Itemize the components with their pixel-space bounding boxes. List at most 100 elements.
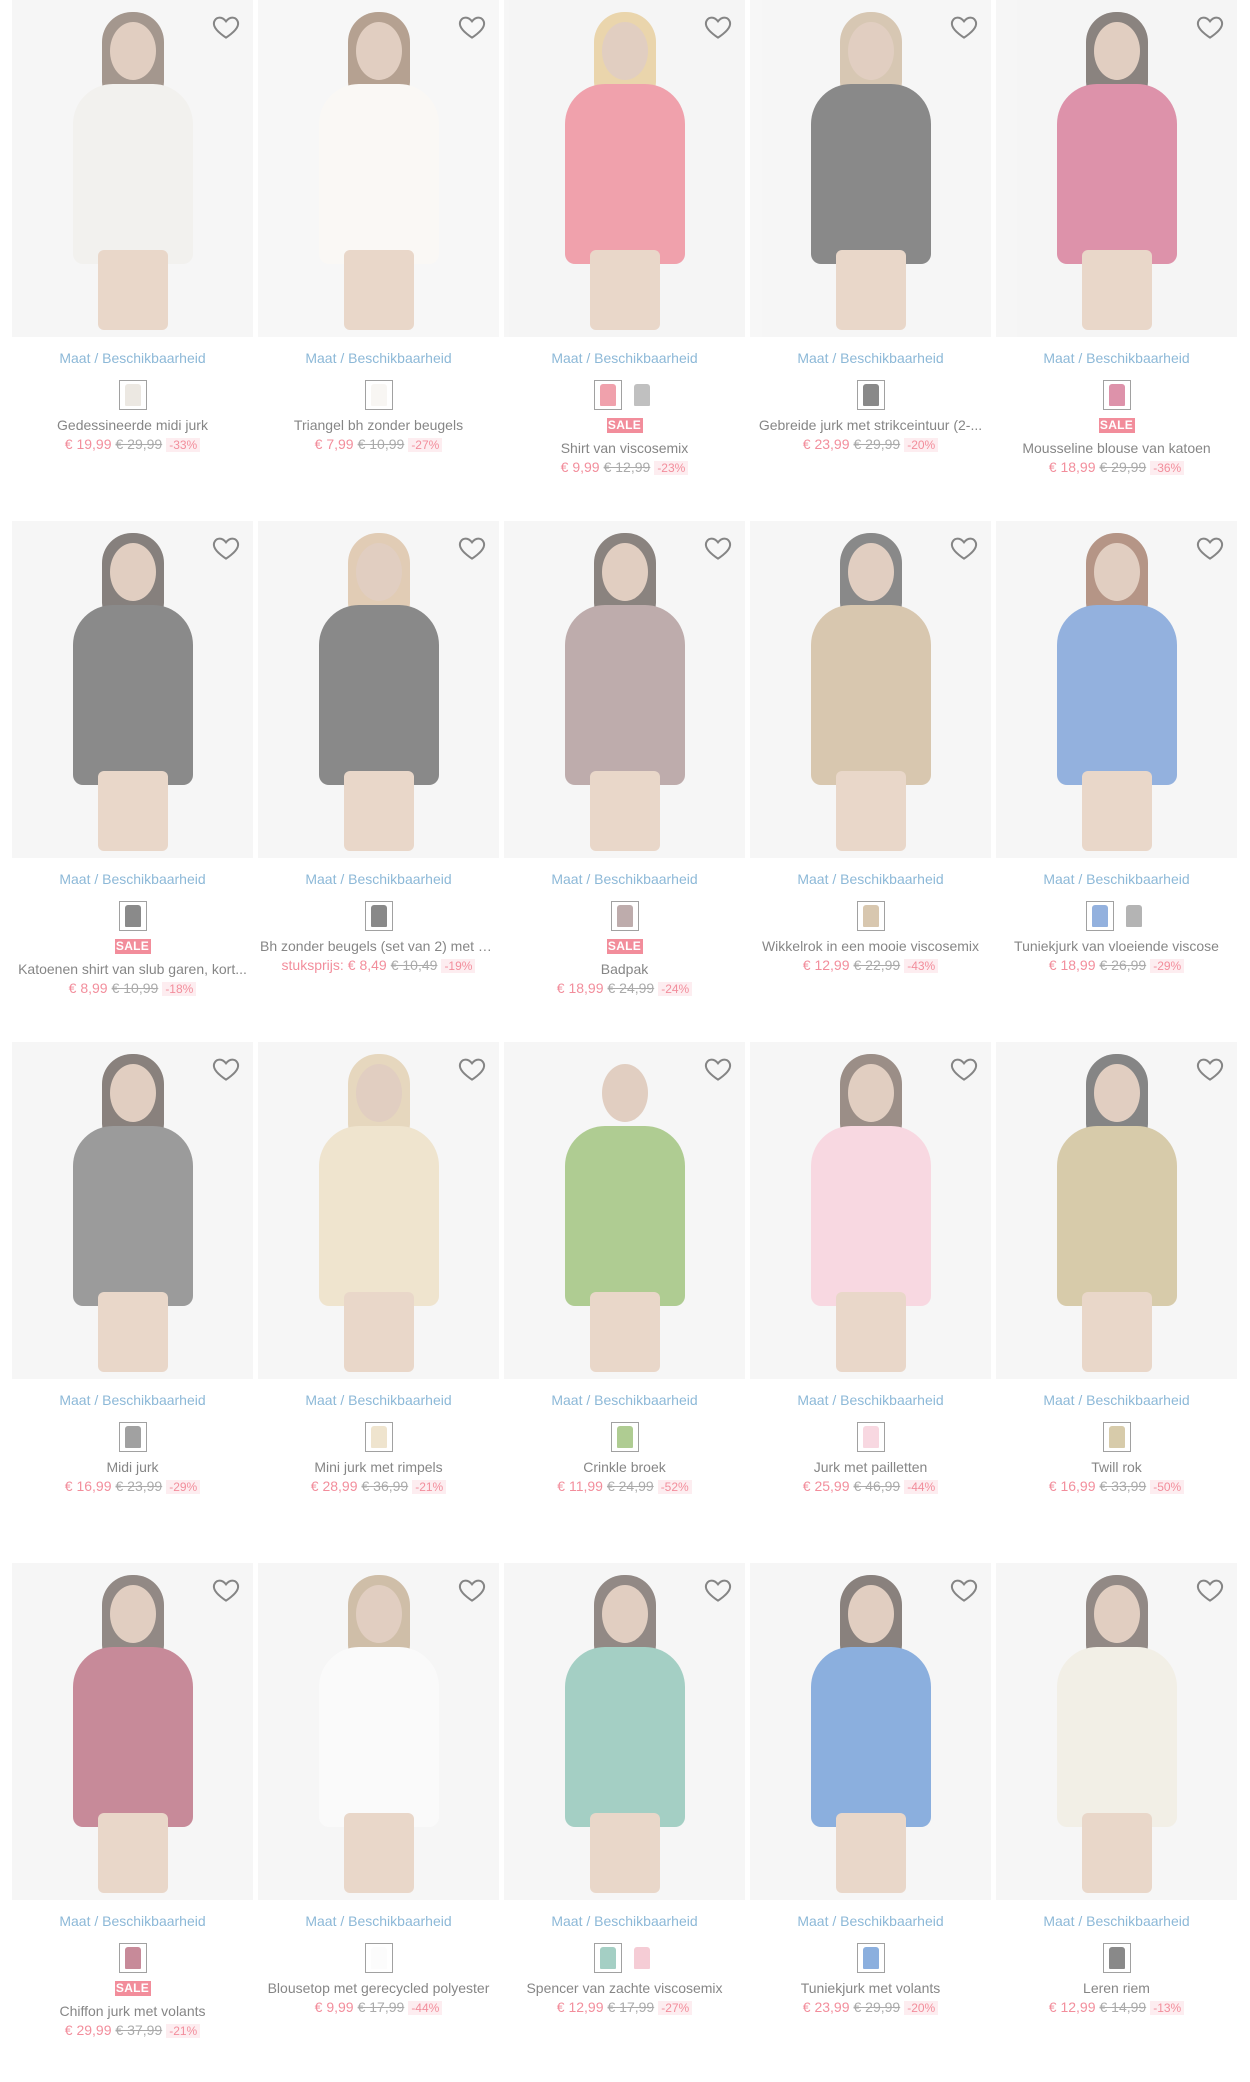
- size-availability-link[interactable]: Maat / Beschikbaarheid: [258, 350, 499, 366]
- color-swatch[interactable]: [1102, 1422, 1131, 1452]
- product-image[interactable]: [258, 1563, 499, 1900]
- wishlist-heart-icon[interactable]: [1193, 1573, 1227, 1607]
- size-availability-link[interactable]: Maat / Beschikbaarheid: [504, 1392, 745, 1408]
- product-image[interactable]: [996, 0, 1237, 337]
- wishlist-heart-icon[interactable]: [455, 10, 489, 44]
- product-image[interactable]: [258, 521, 499, 858]
- wishlist-heart-icon[interactable]: [701, 10, 735, 44]
- color-swatch[interactable]: [593, 1943, 622, 1973]
- size-availability-link[interactable]: Maat / Beschikbaarheid: [996, 350, 1237, 366]
- product-card[interactable]: Maat / Beschikbaarheid Spencer van zacht…: [504, 1563, 745, 2082]
- size-availability-link[interactable]: Maat / Beschikbaarheid: [258, 871, 499, 887]
- product-name[interactable]: Chiffon jurk met volants: [12, 2003, 253, 2019]
- size-availability-link[interactable]: Maat / Beschikbaarheid: [750, 1392, 991, 1408]
- size-availability-link[interactable]: Maat / Beschikbaarheid: [12, 1392, 253, 1408]
- product-image[interactable]: [996, 1042, 1237, 1379]
- product-card[interactable]: Maat / Beschikbaarheid Tuniekjurk van vl…: [996, 521, 1237, 1042]
- product-card[interactable]: Maat / Beschikbaarheid Twill rok € 16,99…: [996, 1042, 1237, 1563]
- product-card[interactable]: Maat / Beschikbaarheid Gedessineerde mid…: [12, 0, 253, 521]
- product-card[interactable]: Maat / Beschikbaarheid SALE Mousseline b…: [996, 0, 1237, 521]
- wishlist-heart-icon[interactable]: [209, 10, 243, 44]
- color-swatch[interactable]: [627, 380, 656, 410]
- product-name[interactable]: Mousseline blouse van katoen: [996, 440, 1237, 456]
- size-availability-link[interactable]: Maat / Beschikbaarheid: [258, 1913, 499, 1929]
- product-name[interactable]: Bh zonder beugels (set van 2) met b...: [258, 938, 499, 954]
- product-card[interactable]: Maat / Beschikbaarheid Triangel bh zonde…: [258, 0, 499, 521]
- wishlist-heart-icon[interactable]: [455, 1573, 489, 1607]
- product-name[interactable]: Spencer van zachte viscosemix: [504, 1980, 745, 1996]
- color-swatch[interactable]: [856, 380, 885, 410]
- product-image[interactable]: [750, 521, 991, 858]
- color-swatch[interactable]: [364, 1422, 393, 1452]
- product-name[interactable]: Twill rok: [996, 1459, 1237, 1475]
- product-name[interactable]: Gebreide jurk met strikceintuur (2-...: [750, 417, 991, 433]
- product-card[interactable]: Maat / Beschikbaarheid Tuniekjurk met vo…: [750, 1563, 991, 2082]
- product-name[interactable]: Tuniekjurk van vloeiende viscose: [996, 938, 1237, 954]
- color-swatch[interactable]: [856, 1943, 885, 1973]
- product-name[interactable]: Wikkelrok in een mooie viscosemix: [750, 938, 991, 954]
- size-availability-link[interactable]: Maat / Beschikbaarheid: [750, 1913, 991, 1929]
- size-availability-link[interactable]: Maat / Beschikbaarheid: [12, 1913, 253, 1929]
- product-image[interactable]: [258, 0, 499, 337]
- product-image[interactable]: [12, 1042, 253, 1379]
- product-name[interactable]: Badpak: [504, 961, 745, 977]
- product-card[interactable]: Maat / Beschikbaarheid SALE Shirt van vi…: [504, 0, 745, 521]
- color-swatch[interactable]: [610, 1422, 639, 1452]
- product-name[interactable]: Jurk met pailletten: [750, 1459, 991, 1475]
- product-image[interactable]: [504, 0, 745, 337]
- product-card[interactable]: Maat / Beschikbaarheid Crinkle broek € 1…: [504, 1042, 745, 1563]
- wishlist-heart-icon[interactable]: [947, 1052, 981, 1086]
- color-swatch[interactable]: [364, 1943, 393, 1973]
- color-swatch[interactable]: [1085, 901, 1114, 931]
- color-swatch[interactable]: [610, 901, 639, 931]
- color-swatch[interactable]: [118, 380, 147, 410]
- color-swatch[interactable]: [856, 1422, 885, 1452]
- wishlist-heart-icon[interactable]: [455, 1052, 489, 1086]
- wishlist-heart-icon[interactable]: [947, 10, 981, 44]
- product-image[interactable]: [12, 1563, 253, 1900]
- product-card[interactable]: Maat / Beschikbaarheid Gebreide jurk met…: [750, 0, 991, 521]
- size-availability-link[interactable]: Maat / Beschikbaarheid: [750, 871, 991, 887]
- product-name[interactable]: Blousetop met gerecycled polyester: [258, 1980, 499, 1996]
- product-name[interactable]: Tuniekjurk met volants: [750, 1980, 991, 1996]
- product-image[interactable]: [996, 1563, 1237, 1900]
- color-swatch[interactable]: [118, 901, 147, 931]
- product-card[interactable]: Maat / Beschikbaarheid Blousetop met ger…: [258, 1563, 499, 2082]
- color-swatch[interactable]: [856, 901, 885, 931]
- product-image[interactable]: [750, 1042, 991, 1379]
- product-image[interactable]: [12, 0, 253, 337]
- product-name[interactable]: Triangel bh zonder beugels: [258, 417, 499, 433]
- color-swatch[interactable]: [364, 901, 393, 931]
- color-swatch[interactable]: [1102, 1943, 1131, 1973]
- color-swatch[interactable]: [118, 1422, 147, 1452]
- product-card[interactable]: Maat / Beschikbaarheid SALE Katoenen shi…: [12, 521, 253, 1042]
- product-image[interactable]: [750, 1563, 991, 1900]
- wishlist-heart-icon[interactable]: [701, 531, 735, 565]
- wishlist-heart-icon[interactable]: [1193, 10, 1227, 44]
- size-availability-link[interactable]: Maat / Beschikbaarheid: [504, 350, 745, 366]
- product-card[interactable]: Maat / Beschikbaarheid Mini jurk met rim…: [258, 1042, 499, 1563]
- color-swatch[interactable]: [364, 380, 393, 410]
- product-image[interactable]: [258, 1042, 499, 1379]
- size-availability-link[interactable]: Maat / Beschikbaarheid: [750, 350, 991, 366]
- size-availability-link[interactable]: Maat / Beschikbaarheid: [996, 1913, 1237, 1929]
- size-availability-link[interactable]: Maat / Beschikbaarheid: [12, 871, 253, 887]
- wishlist-heart-icon[interactable]: [947, 1573, 981, 1607]
- product-card[interactable]: Maat / Beschikbaarheid Jurk met paillett…: [750, 1042, 991, 1563]
- product-image[interactable]: [750, 0, 991, 337]
- product-card[interactable]: Maat / Beschikbaarheid SALE Chiffon jurk…: [12, 1563, 253, 2082]
- wishlist-heart-icon[interactable]: [455, 531, 489, 565]
- color-swatch[interactable]: [1102, 380, 1131, 410]
- color-swatch[interactable]: [593, 380, 622, 410]
- size-availability-link[interactable]: Maat / Beschikbaarheid: [258, 1392, 499, 1408]
- product-card[interactable]: Maat / Beschikbaarheid Bh zonder beugels…: [258, 521, 499, 1042]
- product-name[interactable]: Shirt van viscosemix: [504, 440, 745, 456]
- product-image[interactable]: [504, 1042, 745, 1379]
- product-name[interactable]: Gedessineerde midi jurk: [12, 417, 253, 433]
- color-swatch[interactable]: [1119, 901, 1148, 931]
- wishlist-heart-icon[interactable]: [1193, 531, 1227, 565]
- color-swatch[interactable]: [627, 1943, 656, 1973]
- product-name[interactable]: Crinkle broek: [504, 1459, 745, 1475]
- product-image[interactable]: [504, 521, 745, 858]
- product-card[interactable]: Maat / Beschikbaarheid Midi jurk € 16,99…: [12, 1042, 253, 1563]
